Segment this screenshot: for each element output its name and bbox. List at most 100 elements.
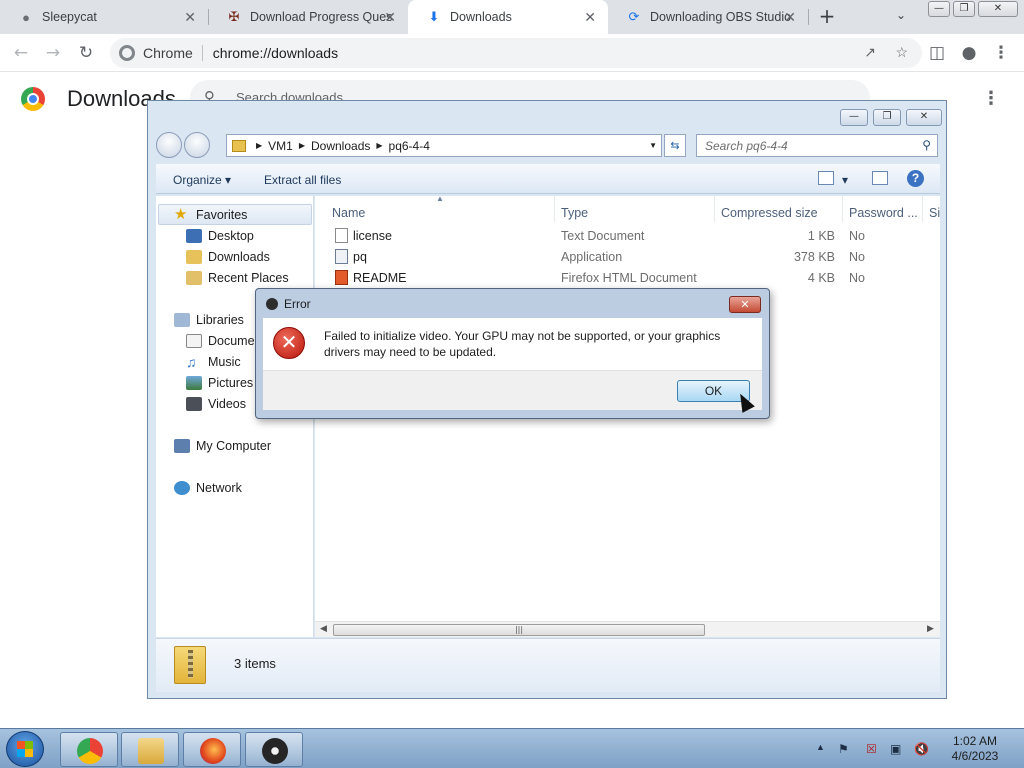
dialog-body: ✕ Failed to initialize video. Your GPU m… [263, 318, 762, 370]
minimize-window-button[interactable]: — [928, 1, 950, 17]
address-bar[interactable]: Chrome chrome://downloads ↗ ☆ [110, 38, 922, 68]
file-row[interactable]: README Firefox HTML Document 4 KB No [315, 268, 940, 289]
nav-libraries[interactable]: Libraries [174, 311, 244, 329]
nav-label: Music [208, 355, 241, 369]
new-tab-button[interactable]: + [816, 5, 838, 27]
breadcrumb-arrow-icon[interactable]: ▶ [256, 141, 262, 150]
start-button[interactable] [6, 731, 44, 767]
explorer-address-bar[interactable]: ▶ VM1 ▶ Downloads ▶ pq6-4-4 ▼ [226, 134, 662, 157]
extract-all-button[interactable]: Extract all files [264, 173, 341, 187]
back-arrow-icon[interactable]: ← [10, 42, 32, 64]
recent-places-icon [186, 271, 202, 285]
explorer-search-input[interactable]: Search pq6-4-4 ⚲ [696, 134, 938, 157]
close-window-button[interactable]: ✕ [978, 1, 1018, 17]
scrollbar-thumb[interactable]: ||| [333, 624, 705, 636]
dialog-close-button[interactable]: ✕ [729, 296, 761, 313]
close-tab-icon[interactable]: ✕ [184, 9, 196, 26]
view-dropdown-icon[interactable]: ▾ [842, 173, 848, 187]
scroll-left-icon[interactable]: ◀ [320, 624, 327, 634]
breadcrumb-arrow-icon[interactable]: ▶ [376, 141, 382, 150]
breadcrumb-downloads[interactable]: Downloads [311, 139, 370, 153]
downloads-menu-icon[interactable]: ⋮ [982, 88, 1000, 109]
close-tab-icon[interactable]: ✕ [784, 9, 796, 26]
preview-pane-icon[interactable] [872, 171, 888, 185]
address-dropdown-icon[interactable]: ▼ [649, 141, 657, 150]
taskbar-chrome[interactable] [60, 732, 118, 767]
file-row[interactable]: pq Application 378 KB No [315, 247, 940, 268]
scroll-right-icon[interactable]: ▶ [927, 624, 934, 634]
nav-videos[interactable]: Videos [186, 395, 246, 413]
nav-desktop[interactable]: Desktop [186, 227, 254, 245]
tab-search-chevron-icon[interactable]: ⌄ [896, 8, 906, 22]
explorer-forward-button[interactable] [184, 132, 210, 158]
profile-avatar-icon[interactable]: ● [958, 42, 980, 64]
explorer-back-button[interactable] [156, 132, 182, 158]
bookmark-star-icon[interactable]: ☆ [895, 44, 908, 61]
nav-label: Desktop [208, 229, 254, 243]
refresh-icon[interactable]: ⇆ [664, 134, 686, 157]
show-hidden-icons-icon[interactable]: ▲ [816, 742, 825, 752]
explorer-maximize-button[interactable]: ❐ [873, 109, 901, 126]
close-tab-icon[interactable]: ✕ [584, 9, 596, 26]
taskbar-explorer[interactable] [121, 732, 179, 767]
explorer-close-button[interactable]: ✕ [906, 109, 942, 126]
organize-label: Organize [173, 173, 222, 187]
breadcrumb-current-folder[interactable]: pq6-4-4 [389, 139, 430, 153]
view-options-icon[interactable] [818, 171, 834, 185]
forward-arrow-icon[interactable]: → [42, 42, 64, 64]
file-type: Text Document [561, 229, 645, 243]
network-warning-icon[interactable]: ☒ [866, 742, 877, 756]
maximize-window-button[interactable]: ❐ [953, 1, 975, 17]
breadcrumb-vm1[interactable]: VM1 [268, 139, 293, 153]
close-tab-icon[interactable]: ✕ [384, 9, 396, 26]
explorer-minimize-button[interactable]: — [840, 109, 868, 126]
loading-icon: ⟳ [628, 9, 640, 24]
windows-logo-icon [17, 741, 33, 757]
clock[interactable]: 1:02 AM 4/6/2023 [940, 734, 1010, 764]
horizontal-scrollbar[interactable]: ◀ ||| ▶ [315, 621, 940, 637]
file-type: Firefox HTML Document [561, 271, 697, 285]
column-header-type[interactable]: Type [561, 206, 588, 220]
volume-muted-icon[interactable]: 🔇 [914, 742, 929, 756]
nav-label: Libraries [196, 313, 244, 327]
side-panel-icon[interactable]: ◫ [926, 42, 948, 64]
sleepycat-icon: ● [22, 9, 30, 25]
nav-pictures[interactable]: Pictures [186, 374, 253, 392]
reload-icon[interactable]: ↻ [75, 42, 97, 64]
explorer-icon [138, 738, 164, 764]
tab-download-progress-quest[interactable]: ✠ Download Progress Ques ✕ [208, 0, 408, 34]
file-row[interactable]: license Text Document 1 KB No [315, 226, 940, 247]
column-header-size[interactable]: Si [929, 206, 940, 220]
display-icon[interactable]: ▣ [890, 742, 901, 756]
menu-kebab-icon[interactable]: ⋮ [990, 42, 1012, 64]
application-icon [335, 249, 348, 264]
column-header-compressed-size[interactable]: Compressed size [721, 206, 818, 220]
firefox-html-icon [335, 270, 348, 285]
tab-downloads[interactable]: ⬇ Downloads ✕ [408, 0, 608, 34]
tab-sleepycat[interactable]: ● Sleepycat ✕ [0, 0, 208, 34]
breadcrumb-arrow-icon[interactable]: ▶ [299, 141, 305, 150]
nav-network[interactable]: Network [174, 479, 242, 497]
file-compressed-size: 4 KB [807, 271, 835, 285]
star-icon: ★ [174, 206, 188, 223]
sort-arrow-icon: ▲ [436, 194, 444, 203]
column-header-password[interactable]: Password ... [849, 206, 918, 220]
file-name: license [353, 229, 392, 243]
nav-music[interactable]: ♫ Music [186, 353, 241, 371]
nav-my-computer[interactable]: My Computer [174, 437, 271, 455]
clock-date: 4/6/2023 [951, 749, 999, 763]
column-header-name[interactable]: Name [332, 206, 365, 220]
url-text[interactable]: chrome://downloads [203, 45, 338, 61]
tab-divider [808, 9, 809, 25]
nav-downloads[interactable]: Downloads [186, 248, 270, 266]
taskbar-firefox[interactable] [183, 732, 241, 767]
help-icon[interactable]: ? [907, 170, 924, 187]
nav-favorites[interactable]: ★ Favorites [174, 206, 247, 224]
nav-recent-places[interactable]: Recent Places [186, 269, 289, 287]
organize-button[interactable]: Organize ▾ [173, 173, 231, 187]
action-center-icon[interactable]: ⚑ [838, 742, 849, 756]
tab-downloading-obs[interactable]: ⟳ Downloading OBS Studio ✕ [608, 0, 808, 34]
dialog-title-bar: Error [266, 297, 311, 311]
taskbar-obs[interactable] [245, 732, 303, 767]
share-icon[interactable]: ↗ [864, 44, 876, 61]
